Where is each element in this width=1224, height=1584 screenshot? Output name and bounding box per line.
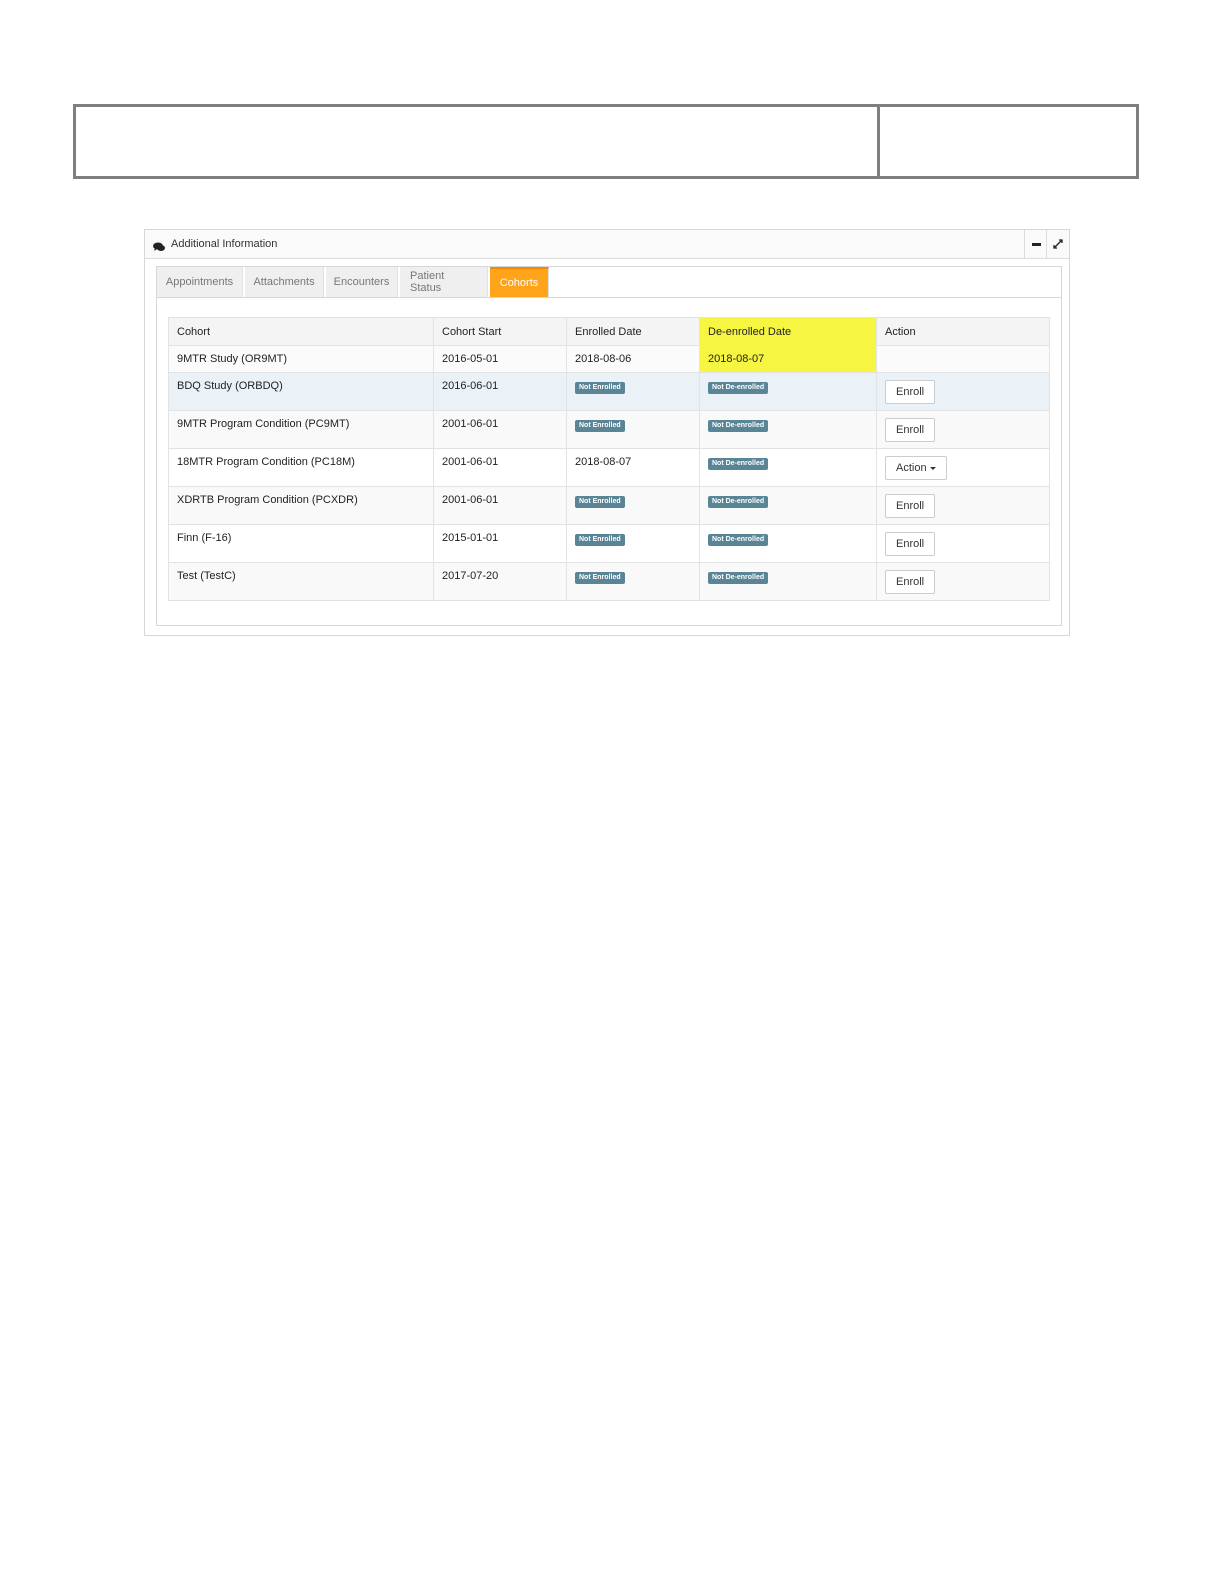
expand-icon — [1053, 239, 1063, 249]
enroll-button[interactable]: Enroll — [885, 494, 936, 518]
cohort-start: 2015-01-01 — [433, 524, 567, 563]
status-badge: Not De-enrolled — [708, 572, 769, 584]
cohort-name: 9MTR Study (OR9MT) — [168, 345, 434, 373]
table-row: Test (TestC) 2017-07-20 Not Enrolled Not… — [168, 562, 1050, 601]
tab-encounters[interactable]: Encounters — [326, 267, 398, 297]
enrolled-cell: Not Enrolled — [566, 562, 700, 601]
enrolled-date: 2018-08-06 — [566, 345, 700, 373]
status-badge: Not De-enrolled — [708, 420, 769, 432]
status-badge: Not Enrolled — [575, 382, 625, 394]
deenrolled-date: 2018-08-07 — [699, 345, 877, 373]
tab-bar: Appointments Attachments Encounters Pati… — [157, 267, 1061, 298]
cohort-name: 9MTR Program Condition (PC9MT) — [168, 410, 434, 449]
action-cell: Enroll — [876, 562, 1050, 601]
status-badge: Not De-enrolled — [708, 496, 769, 508]
cohort-name: Test (TestC) — [168, 562, 434, 601]
table-row: XDRTB Program Condition (PCXDR) 2001-06-… — [168, 486, 1050, 525]
col-header-action: Action — [876, 317, 1050, 346]
cohort-name: BDQ Study (ORBDQ) — [168, 372, 434, 411]
table-header-row: Cohort Cohort Start Enrolled Date De-enr… — [168, 317, 1050, 346]
cohort-start: 2001-06-01 — [433, 410, 567, 449]
enrolled-cell: Not Enrolled — [566, 486, 700, 525]
status-badge: Not Enrolled — [575, 572, 625, 584]
table-row: Finn (F-16) 2015-01-01 Not Enrolled Not … — [168, 524, 1050, 563]
header-table-box — [73, 104, 1139, 179]
panel-header: Additional Information — [145, 230, 1069, 259]
tab-patient-status[interactable]: Patient Status — [400, 267, 488, 297]
additional-information-panel: Additional Information Appointments Atta… — [144, 229, 1070, 636]
action-cell: Enroll — [876, 524, 1050, 563]
table-row: 18MTR Program Condition (PC18M) 2001-06-… — [168, 448, 1050, 487]
table-row: BDQ Study (ORBDQ) 2016-06-01 Not Enrolle… — [168, 372, 1050, 411]
enroll-button[interactable]: Enroll — [885, 532, 936, 556]
cohort-start: 2016-05-01 — [433, 345, 567, 373]
action-cell: Enroll — [876, 410, 1050, 449]
table-row: 9MTR Study (OR9MT) 2016-05-01 2018-08-06… — [168, 345, 1050, 373]
cohort-start: 2017-07-20 — [433, 562, 567, 601]
status-badge: Not De-enrolled — [708, 458, 769, 470]
action-cell: Enroll — [876, 372, 1050, 411]
enrolled-cell: Not Enrolled — [566, 524, 700, 563]
deenrolled-cell: Not De-enrolled — [699, 524, 877, 563]
deenrolled-cell: Not De-enrolled — [699, 486, 877, 525]
deenrolled-cell: Not De-enrolled — [699, 448, 877, 487]
header-table-cell-right — [880, 107, 1136, 176]
deenrolled-cell: Not De-enrolled — [699, 410, 877, 449]
cohort-start: 2001-06-01 — [433, 448, 567, 487]
enroll-button[interactable]: Enroll — [885, 418, 936, 442]
status-badge: Not Enrolled — [575, 534, 625, 546]
cohort-name: XDRTB Program Condition (PCXDR) — [168, 486, 434, 525]
deenrolled-cell: Not De-enrolled — [699, 562, 877, 601]
action-cell: Action — [876, 448, 1050, 487]
tabs-container: Appointments Attachments Encounters Pati… — [156, 266, 1062, 626]
panel-title: Additional Information — [171, 238, 278, 250]
col-header-enrolled-date: Enrolled Date — [566, 317, 700, 346]
minimize-button[interactable] — [1024, 230, 1047, 258]
tab-cohorts[interactable]: Cohorts — [490, 267, 549, 297]
cohort-name: 18MTR Program Condition (PC18M) — [168, 448, 434, 487]
enrolled-cell: Not Enrolled — [566, 410, 700, 449]
cohort-name: Finn (F-16) — [168, 524, 434, 563]
tab-attachments[interactable]: Attachments — [245, 267, 324, 297]
header-table-cell-left — [76, 107, 880, 176]
cohort-start: 2001-06-01 — [433, 486, 567, 525]
cohorts-table: Cohort Cohort Start Enrolled Date De-enr… — [168, 317, 1050, 601]
cohort-start: 2016-06-01 — [433, 372, 567, 411]
enrolled-date: 2018-08-07 — [566, 448, 700, 487]
chat-icon — [153, 239, 165, 251]
action-dropdown-button[interactable]: Action — [885, 456, 947, 480]
caret-down-icon — [929, 466, 936, 470]
enroll-button[interactable]: Enroll — [885, 570, 936, 594]
table-row: 9MTR Program Condition (PC9MT) 2001-06-0… — [168, 410, 1050, 449]
enroll-button[interactable]: Enroll — [885, 380, 936, 404]
expand-button[interactable] — [1046, 230, 1069, 258]
status-badge: Not De-enrolled — [708, 534, 769, 546]
action-cell — [876, 345, 1050, 373]
col-header-deenrolled-date: De-enrolled Date — [699, 317, 877, 346]
deenrolled-cell: Not De-enrolled — [699, 372, 877, 411]
action-button-label: Action — [896, 462, 927, 474]
enrolled-cell: Not Enrolled — [566, 372, 700, 411]
minus-icon — [1031, 242, 1041, 246]
status-badge: Not Enrolled — [575, 420, 625, 432]
tab-appointments[interactable]: Appointments — [157, 267, 243, 297]
status-badge: Not De-enrolled — [708, 382, 769, 394]
col-header-cohort: Cohort — [168, 317, 434, 346]
col-header-cohort-start: Cohort Start — [433, 317, 567, 346]
status-badge: Not Enrolled — [575, 496, 625, 508]
action-cell: Enroll — [876, 486, 1050, 525]
